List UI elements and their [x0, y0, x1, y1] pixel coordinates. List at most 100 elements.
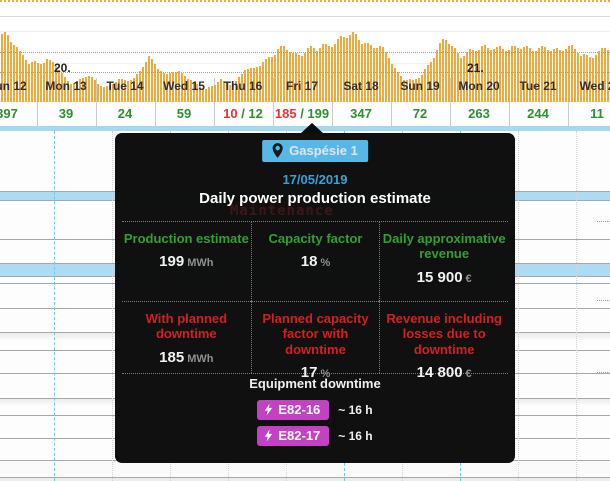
day-label: Sun 12 — [0, 79, 27, 93]
intraday-bar — [289, 52, 291, 102]
daily-value-cell[interactable]: 263 — [468, 106, 490, 121]
intraday-bar — [490, 50, 492, 102]
intraday-bar — [217, 82, 219, 102]
stat-value: 199MWh — [122, 253, 251, 270]
wind-dashboard-screen: Sun 1220.Mon 13Tue 14Wed 15Thu 16Fri 17S… — [0, 0, 610, 481]
intraday-bar — [529, 48, 531, 102]
intraday-bar — [145, 62, 147, 102]
intraday-bar — [505, 51, 507, 102]
stat-value: 15 900€ — [380, 269, 508, 286]
intraday-bar — [466, 52, 468, 102]
column-separator — [509, 102, 510, 126]
intraday-bar — [268, 57, 270, 102]
intraday-bar — [211, 86, 213, 102]
intraday-bar — [391, 64, 393, 102]
intraday-bar — [157, 69, 159, 102]
intraday-bar — [601, 48, 603, 102]
stat-label: Daily approximative revenue — [380, 231, 508, 262]
intraday-bar — [526, 46, 528, 102]
intraday-bar — [520, 49, 522, 102]
intraday-bar — [13, 45, 15, 102]
daily-production-tooltip: Maintenance Gaspésie 1 17/05/2019 Daily … — [115, 133, 515, 463]
intraday-bar — [16, 47, 18, 102]
daily-value-cell[interactable]: 59 — [177, 106, 191, 121]
intraday-bar — [499, 46, 501, 102]
intraday-bar — [445, 40, 447, 102]
estimate-value: / 12 — [238, 106, 263, 121]
intraday-bar — [19, 51, 21, 102]
intraday-bar — [154, 64, 156, 102]
intraday-bar — [604, 48, 606, 102]
intraday-bar — [151, 59, 153, 102]
column-separator — [450, 102, 451, 126]
downtime-duration: ~ 16 h — [338, 429, 372, 443]
intraday-bar — [562, 51, 564, 102]
intraday-bar — [451, 46, 453, 102]
intraday-bar — [328, 46, 330, 102]
intraday-bar — [544, 47, 546, 102]
right-edge-dotted-fragment — [597, 372, 610, 373]
right-edge-dotted-fragment — [597, 221, 610, 222]
daily-value-cell[interactable]: 397 — [0, 106, 18, 121]
equipment-downtime-section: Equipment downtime E82-16~ 16 hE82-17~ 1… — [115, 376, 515, 452]
daily-value-cell[interactable]: 347 — [350, 106, 372, 121]
intraday-bar — [316, 51, 318, 102]
daily-value-cell[interactable]: 72 — [413, 106, 427, 121]
lightning-bolt-icon — [264, 429, 273, 442]
intraday-bar — [91, 77, 93, 102]
intraday-bar — [340, 36, 342, 102]
daily-value-cell[interactable]: 10 / 12 — [223, 106, 263, 121]
column-separator — [37, 102, 38, 126]
intraday-bar — [220, 79, 222, 102]
downtime-value: 185 — [275, 106, 297, 121]
site-badge-label: Gaspésie 1 — [289, 143, 358, 158]
downtime-value: 10 — [223, 106, 237, 121]
daily-value-cell[interactable]: 39 — [59, 106, 73, 121]
stat-unit: € — [466, 273, 472, 285]
intraday-bar — [547, 50, 549, 102]
stat-label: Production estimate — [122, 231, 251, 246]
stat-cell-with-planned-downtime: With planned downtime 185MWh — [122, 301, 251, 373]
intraday-bar — [484, 45, 486, 102]
intraday-bar — [376, 48, 378, 102]
site-badge[interactable]: Gaspésie 1 — [262, 140, 368, 162]
intraday-bar — [442, 39, 444, 102]
daily-value-cell[interactable]: 185 / 199 — [275, 106, 329, 121]
day-label: Wed 15 — [163, 79, 205, 93]
daily-value-cell[interactable]: 244 — [527, 106, 549, 121]
intraday-bar — [37, 63, 39, 102]
production-chart[interactable]: Sun 1220.Mon 13Tue 14Wed 15Thu 16Fri 17S… — [0, 0, 610, 102]
intraday-bar — [493, 49, 495, 102]
intraday-bar — [265, 59, 267, 102]
stat-label: Revenue including losses due to downtime — [380, 311, 508, 357]
stat-cell-production-estimate: Production estimate 199MWh — [122, 222, 251, 301]
stat-cell-capacity-factor: Capacity factor18% — [251, 222, 380, 301]
intraday-bar — [274, 55, 276, 102]
intraday-bar — [478, 50, 480, 102]
turbine-badge-e82-17[interactable]: E82-17 — [257, 426, 329, 446]
intraday-bar — [313, 48, 315, 102]
stat-value: 185MWh — [122, 349, 251, 366]
stat-label: Planned capacity factor with downtime — [252, 311, 380, 357]
estimate-value: / 199 — [297, 106, 330, 121]
daily-value-cell[interactable]: 11 — [590, 106, 604, 121]
intraday-bar — [31, 62, 33, 102]
vertical-guide-line — [518, 131, 519, 481]
intraday-bar — [550, 51, 552, 102]
intraday-bar — [208, 87, 210, 102]
turbine-badge-e82-16[interactable]: E82-16 — [257, 400, 329, 420]
intraday-bar — [598, 51, 600, 102]
threshold-line-lower — [0, 72, 610, 73]
stat-label: With planned downtime — [122, 311, 251, 342]
day-label: Sun 19 — [400, 79, 439, 93]
day-label: Tue 14 — [106, 79, 143, 93]
intraday-bar — [523, 47, 525, 102]
daily-value-cell[interactable]: 24 — [118, 106, 132, 121]
intraday-bar — [103, 87, 105, 102]
intraday-bar — [337, 39, 339, 102]
intraday-bar — [565, 49, 567, 102]
day-label: Tue 21 — [519, 79, 556, 93]
stat-cell-revenue-including-losses-due-to-downtime: Revenue including losses due to downtime… — [379, 301, 508, 373]
intraday-bar — [34, 61, 36, 102]
intraday-bar — [292, 53, 294, 102]
